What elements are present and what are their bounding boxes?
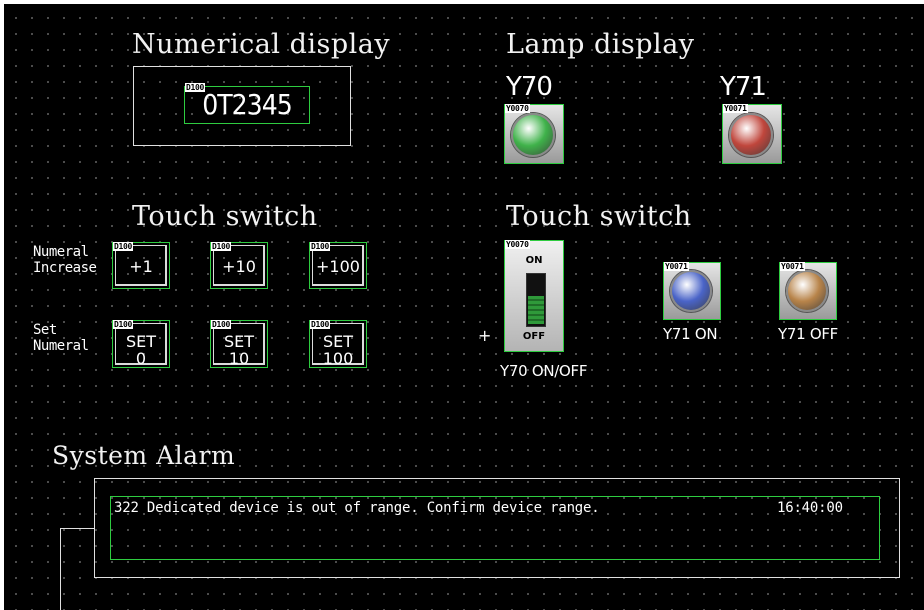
y71-off-device-tag: Y0071 (780, 262, 805, 271)
y71-off-dome (786, 270, 828, 312)
gt-designer-screen: Numerical display 0T2345 D100 Lamp displ… (4, 4, 924, 610)
origin-marker: + (478, 326, 492, 345)
switch-plus-1-device-tag: D100 (113, 242, 134, 251)
connector-line-vertical (60, 528, 61, 610)
switch-label: SET (125, 332, 157, 351)
switch-label: +1 (129, 257, 153, 276)
numerical-display-device-tag: D100 (185, 83, 206, 92)
row-label-set-numeral: Set Numeral (33, 322, 89, 354)
connector-line-horizontal (60, 528, 94, 529)
system-alarm-title: System Alarm (52, 441, 236, 470)
lamp-display-title: Lamp display (506, 29, 695, 60)
switch-label: +100 (316, 257, 360, 276)
switch-label-value: 0 (135, 349, 147, 368)
y71-on-dome (670, 270, 712, 312)
row-label-line2: Numeral (33, 338, 89, 354)
switch-label-value: 100 (322, 349, 354, 368)
system-alarm-message: 322 Dedicated device is out of range. Co… (114, 500, 600, 516)
switch-plus-10-device-tag: D100 (211, 242, 232, 251)
switch-set-10-device-tag: D100 (211, 320, 232, 329)
toggle-switch-y70[interactable]: ON OFF (504, 240, 564, 352)
touch-switch-left-title: Touch switch (132, 201, 318, 232)
toggle-device-tag: Y0070 (505, 240, 530, 249)
switch-plus-100-device-tag: D100 (310, 242, 331, 251)
lamp-y71-dome (729, 113, 773, 157)
y71-on-device-tag: Y0071 (664, 262, 689, 271)
toggle-lever (528, 296, 544, 324)
lamp-label-y70: Y70 (506, 72, 553, 102)
switch-label-value: 10 (228, 349, 250, 368)
y71-on-caption: Y71 ON (663, 325, 718, 343)
row-label-line2: Increase (33, 260, 97, 276)
switch-label: SET (223, 332, 255, 351)
touch-switch-right-title: Touch switch (506, 201, 692, 232)
row-label-line1: Set (33, 322, 57, 338)
system-alarm-time: 16:40:00 (777, 500, 843, 516)
lamp-label-y71: Y71 (720, 72, 767, 102)
lamp-y71-device-tag: Y0071 (723, 104, 748, 113)
lamp-y70 (504, 104, 564, 164)
lamp-y71 (722, 104, 782, 164)
lamp-y70-device-tag: Y0070 (505, 104, 530, 113)
switch-label: SET (322, 332, 354, 351)
lamp-y70-dome (511, 113, 555, 157)
toggle-caption: Y70 ON/OFF (500, 362, 588, 380)
switch-set-0-device-tag: D100 (113, 320, 134, 329)
row-label-line1: Numeral (33, 244, 89, 260)
toggle-off-label: OFF (522, 331, 546, 342)
row-label-numeral-increase: Numeral Increase (33, 244, 97, 276)
switch-set-100-device-tag: D100 (310, 320, 331, 329)
toggle-slot (526, 273, 546, 327)
switch-label: +10 (222, 257, 256, 276)
toggle-on-label: ON (525, 255, 543, 266)
y71-off-caption: Y71 OFF (778, 325, 838, 343)
numerical-display-title: Numerical display (132, 29, 391, 60)
